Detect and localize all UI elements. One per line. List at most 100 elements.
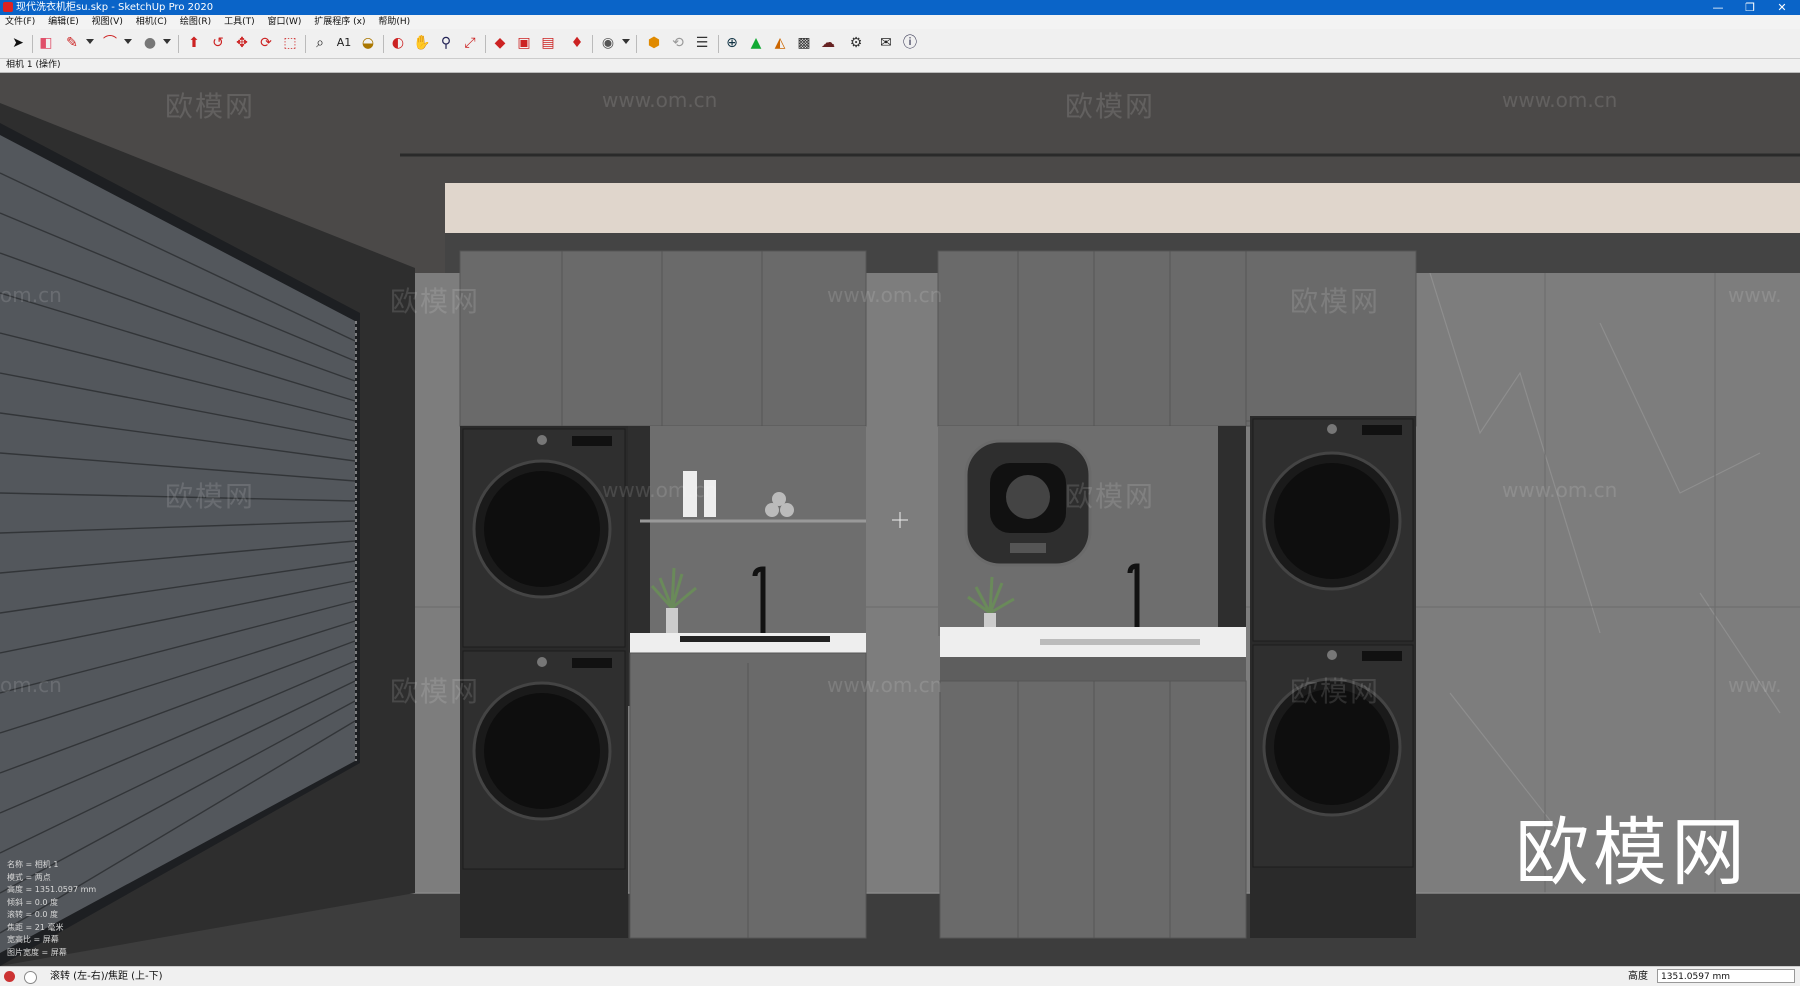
watermark-url: www. (1728, 283, 1782, 307)
zoom-extents-icon[interactable]: ⤢ (460, 33, 480, 53)
toolbar-separator (383, 35, 384, 53)
menu-camera[interactable]: 相机(C) (131, 15, 172, 29)
model-viewport[interactable]: 欧模网 www.om.cn 欧模网 www.om.cn om.cn 欧模网 ww… (0, 73, 1800, 966)
cloud-upload-icon[interactable]: ☁ (818, 33, 838, 53)
pan-icon[interactable]: ✋ (412, 33, 432, 53)
restore-button[interactable]: ❐ (1735, 0, 1765, 15)
menu-tools[interactable]: 工具(T) (219, 15, 260, 29)
measurements-label: 高度 (1628, 971, 1648, 982)
toolbar-separator (178, 35, 179, 53)
soffit-panel (445, 183, 1800, 233)
watermark-brand: 欧模网 (165, 480, 256, 513)
arc-icon[interactable]: ⌒ (100, 33, 120, 53)
camera-info-line: 高度 = 1351.0597 mm (7, 885, 97, 894)
toolbar-separator (485, 35, 486, 53)
settings-gear-icon[interactable]: ⚙ (846, 33, 866, 53)
tape-measure-icon[interactable]: ⌕ (310, 33, 330, 53)
follow-me-icon[interactable]: ↺ (208, 33, 228, 53)
watermark-brand: 欧模网 (390, 675, 481, 708)
info-icon[interactable]: ⓘ (900, 33, 920, 53)
watermark-brand: 欧模网 (390, 285, 481, 318)
towel-roll (772, 492, 786, 506)
push-pull-icon[interactable]: ⬆ (184, 33, 204, 53)
pencil-line-icon[interactable]: ✎ (62, 33, 82, 53)
washer-machine (462, 428, 626, 648)
toolbar-separator (636, 35, 637, 53)
watermark-url: www.om.cn (827, 283, 943, 307)
geolocation-icon[interactable] (4, 971, 15, 982)
layout-icon[interactable]: ▤ (538, 33, 558, 53)
window-title: 现代洗衣机柜su.skp - SketchUp Pro 2020 (16, 2, 214, 13)
plant-vase (666, 608, 678, 634)
counter-drawer (940, 657, 1246, 681)
account-icon[interactable]: ◉ (598, 33, 618, 53)
info-icon[interactable] (24, 971, 37, 984)
watermark-url: www. (1728, 673, 1782, 697)
sketchup-ruby-icon[interactable]: ♦ (567, 33, 587, 53)
scale-icon[interactable]: ⬚ (280, 33, 300, 53)
tree-icon[interactable]: ▲ (746, 33, 766, 53)
measurements-input[interactable]: 1351.0597 mm (1657, 969, 1795, 983)
ruby-gem-icon[interactable]: ◆ (490, 33, 510, 53)
washer-drum (1006, 475, 1050, 519)
camera-info-line: 宽高比 = 屏幕 (7, 935, 59, 944)
sink-basin (680, 636, 830, 642)
toolbar-separator (305, 35, 306, 53)
rotate-icon[interactable]: ⟳ (256, 33, 276, 53)
camera-info-line: 名称 = 相机 1 (7, 860, 59, 869)
status-message: 滚转 (左-右)/焦距 (上-下) (50, 971, 163, 982)
sketchup-logo-icon[interactable]: ⬢ (644, 33, 664, 53)
close-button[interactable]: ✕ (1767, 0, 1797, 15)
scene-tab[interactable]: 相机 1 (操作) (0, 60, 60, 70)
move-icon[interactable]: ✥ (232, 33, 252, 53)
menu-help[interactable]: 帮助(H) (373, 15, 415, 29)
watermark-brand: 欧模网 (1065, 480, 1156, 513)
chevron-down-icon[interactable] (86, 39, 94, 44)
menu-draw[interactable]: 绘图(R) (175, 15, 216, 29)
base-cabinet-right (939, 680, 1247, 939)
scene-tab-bar: 相机 1 (操作) (0, 59, 1800, 73)
text-label-icon[interactable]: A1 (334, 33, 354, 53)
terrain-icon[interactable]: ◭ (770, 33, 790, 53)
watermark-url: www.om.cn (827, 673, 943, 697)
minimize-button[interactable]: — (1703, 0, 1733, 15)
washer-machine (462, 650, 626, 870)
watermark-url: om.cn (0, 283, 62, 307)
sync-icon[interactable]: ⟲ (668, 33, 688, 53)
upper-cabinet-tower (1245, 250, 1417, 422)
circle-shape-icon[interactable]: ● (140, 33, 160, 53)
menu-window[interactable]: 窗口(W) (262, 15, 306, 29)
menu-edit[interactable]: 编辑(E) (43, 15, 84, 29)
watermark-url: www.om.cn (1502, 478, 1618, 502)
niche-side (1218, 426, 1246, 636)
sink-basin (1040, 639, 1200, 645)
watermark-brand: 欧模网 (1290, 675, 1381, 708)
select-arrow-icon[interactable]: ➤ (8, 33, 28, 53)
washer-machine (1252, 418, 1414, 642)
extension-warehouse-icon[interactable]: ▣ (514, 33, 534, 53)
toolbar-separator (718, 35, 719, 53)
paint-bucket-icon[interactable]: ◒ (358, 33, 378, 53)
camera-info-line: 图片宽度 = 屏幕 (7, 947, 67, 957)
eraser-icon[interactable]: ◧ (36, 33, 56, 53)
title-bar: 现代洗衣机柜su.skp - SketchUp Pro 2020 — ❐ ✕ (0, 0, 1800, 15)
watermark-url: www.om.cn (1502, 88, 1618, 112)
checker-icon[interactable]: ▩ (794, 33, 814, 53)
main-toolbar: ➤ ◧ ✎ ⌒ ● ⬆ ↺ ✥ ⟳ ⬚ ⌕ A1 ◒ ◐ ✋ ⚲ ⤢ ◆ ▣ ▤… (0, 29, 1800, 59)
sketchup-app-icon (3, 2, 13, 12)
menu-view[interactable]: 视图(V) (87, 15, 128, 29)
toolbar-separator (32, 35, 33, 53)
layer-stack-icon[interactable]: ☰ (692, 33, 712, 53)
mail-icon[interactable]: ✉ (876, 33, 896, 53)
zoom-icon[interactable]: ⚲ (436, 33, 456, 53)
watermark-url: www.om.cn (602, 478, 718, 502)
menu-extensions[interactable]: 扩展程序 (x) (309, 15, 370, 29)
chevron-down-icon[interactable] (622, 39, 630, 44)
add-location-icon[interactable]: ⊕ (722, 33, 742, 53)
menu-file[interactable]: 文件(F) (0, 15, 40, 29)
camera-info-line: 模式 = 两点 (7, 872, 51, 882)
chevron-down-icon[interactable] (124, 39, 132, 44)
orbit-icon[interactable]: ◐ (388, 33, 408, 53)
brand-logo: 欧模网 (1515, 810, 1749, 896)
chevron-down-icon[interactable] (163, 39, 171, 44)
